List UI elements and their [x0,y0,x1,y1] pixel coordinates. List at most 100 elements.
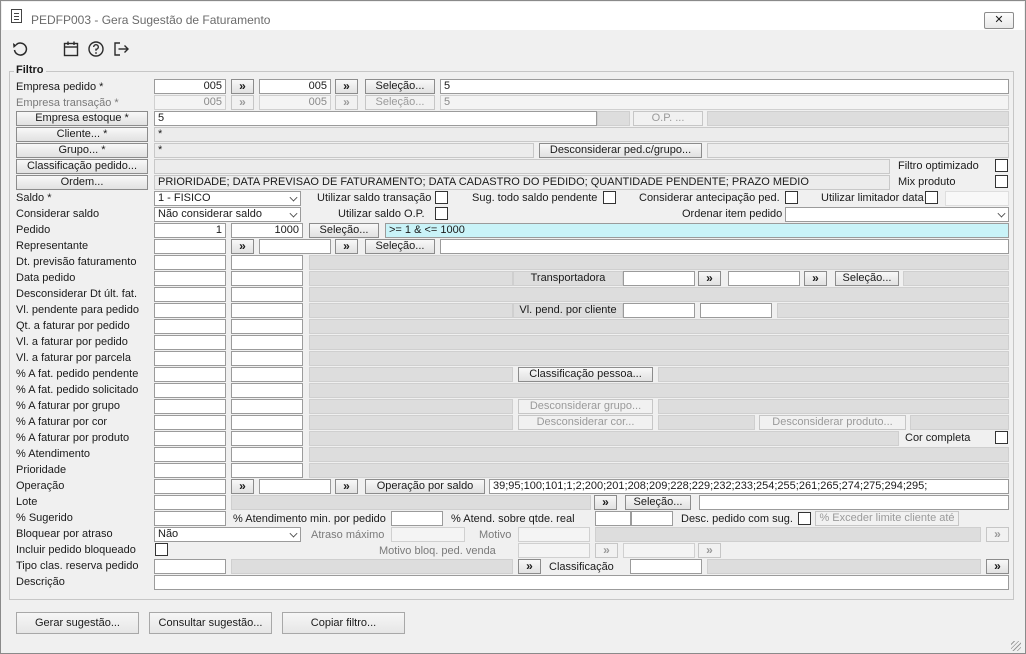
lote-selection[interactable] [699,495,1009,510]
pedido-from[interactable]: 1 [154,223,226,238]
utilizar-limitador-checkbox[interactable] [925,191,938,204]
pct-atendimento-from[interactable] [154,447,226,462]
refresh-icon[interactable] [11,40,29,58]
consultar-sugestao-button[interactable]: Consultar sugestão... [149,612,272,634]
considerar-saldo-select[interactable]: Não considerar saldo [154,207,301,222]
utilizar-saldo-op-checkbox[interactable] [435,207,448,220]
operacao-arrow-button-2[interactable]: » [335,479,358,494]
pedido-selecao-button[interactable]: Seleção... [309,223,379,238]
vl-pendente-from[interactable] [154,303,226,318]
lote-from[interactable] [154,495,226,510]
classificacao-field[interactable] [630,559,702,574]
representante-to[interactable] [259,239,331,254]
pct-sugerido-field[interactable] [154,511,226,526]
utilizar-saldo-transacao-checkbox[interactable] [435,191,448,204]
classificacao-pessoa-field[interactable] [658,367,1009,382]
ordem-button[interactable]: Ordem... [16,175,148,190]
qt-faturar-pedido-to[interactable] [231,319,303,334]
pedido-to[interactable]: 1000 [231,223,303,238]
incluir-bloqueado-checkbox[interactable] [155,543,168,556]
pct-faturar-cor-to[interactable] [231,415,303,430]
pct-fat-solicitado-to[interactable] [231,383,303,398]
bloquear-atraso-select[interactable]: Não [154,527,301,542]
empresa-estoque-field[interactable]: 5 [154,111,597,126]
empresa-pedido-to[interactable]: 005 [259,79,331,94]
classificacao-pessoa-button[interactable]: Classificação pessoa... [518,367,653,382]
empresa-pedido-from[interactable]: 005 [154,79,226,94]
representante-arrow-button[interactable]: » [231,239,254,254]
copiar-filtro-button[interactable]: Copiar filtro... [282,612,405,634]
tipo-clas-reserva-arrow-button[interactable]: » [518,559,541,574]
lote-selecao-button[interactable]: Seleção... [625,495,691,510]
desconsiderar-dt-to[interactable] [231,287,303,302]
pct-atend-min-field[interactable] [391,511,443,526]
cliente-button[interactable]: Cliente... * [16,127,148,142]
gerar-sugestao-button[interactable]: Gerar sugestão... [16,612,139,634]
filtro-optimizado-checkbox[interactable] [995,159,1008,172]
transportadora-selection[interactable] [903,271,1009,286]
representante-arrow-button-2[interactable]: » [335,239,358,254]
vl-faturar-parcela-to[interactable] [231,351,303,366]
desconsiderar-ped-grupo-button[interactable]: Desconsiderar ped.c/grupo... [539,143,702,158]
pct-faturar-produto-from[interactable] [154,431,226,446]
prioridade-to[interactable] [231,463,303,478]
classificacao-pedido-button[interactable]: Classificação pedido... [16,159,148,174]
operacao-from[interactable] [154,479,226,494]
data-pedido-to[interactable] [231,271,303,286]
qt-faturar-pedido-from[interactable] [154,319,226,334]
dt-previsao-to[interactable] [231,255,303,270]
transportadora-to[interactable] [728,271,800,286]
empresa-estoque-button[interactable]: Empresa estoque * [16,111,148,126]
mix-produto-checkbox[interactable] [995,175,1008,188]
pct-faturar-grupo-from[interactable] [154,399,226,414]
pct-fat-pendente-to[interactable] [231,367,303,382]
transportadora-arrow-button[interactable]: » [698,271,721,286]
pct-faturar-produto-to[interactable] [231,431,303,446]
grupo-button[interactable]: Grupo... * [16,143,148,158]
vl-faturar-pedido-from[interactable] [154,335,226,350]
pct-atend-qtde-field[interactable] [595,511,631,526]
exit-icon[interactable] [112,40,130,58]
empresa-pedido-arrow-button-2[interactable]: » [335,79,358,94]
transportadora-from[interactable] [623,271,695,286]
cor-completa-checkbox[interactable] [995,431,1008,444]
empresa-pedido-selecao-button[interactable]: Seleção... [365,79,435,94]
close-button[interactable]: ✕ [984,12,1014,29]
desconsiderar-ped-grupo-field[interactable] [707,143,1009,158]
operacao-list[interactable]: 39;95;100;101;1;2;200;201;208;209;228;22… [489,479,1009,494]
pct-atend-qtde-field-2[interactable] [631,511,673,526]
dt-previsao-from[interactable] [154,255,226,270]
considerar-antecipacao-checkbox[interactable] [785,191,798,204]
vl-faturar-parcela-from[interactable] [154,351,226,366]
grupo-field[interactable]: * [154,143,534,158]
classificacao-pedido-field[interactable] [154,159,890,174]
data-pedido-from[interactable] [154,271,226,286]
vl-pend-cliente-from[interactable] [623,303,695,318]
sug-todo-saldo-checkbox[interactable] [603,191,616,204]
calendar-icon[interactable] [62,40,80,58]
pct-fat-solicitado-from[interactable] [154,383,226,398]
cliente-field[interactable]: * [154,127,1009,142]
representante-from[interactable] [154,239,226,254]
pct-faturar-cor-from[interactable] [154,415,226,430]
operacao-to[interactable] [259,479,331,494]
saldo-select[interactable]: 1 - FISICO [154,191,301,206]
empresa-pedido-arrow-button[interactable]: » [231,79,254,94]
prioridade-from[interactable] [154,463,226,478]
operacao-arrow-button[interactable]: » [231,479,254,494]
representante-selecao-button[interactable]: Seleção... [365,239,435,254]
help-icon[interactable] [87,40,105,58]
transportadora-arrow-button-2[interactable]: » [804,271,827,286]
transportadora-selecao-button[interactable]: Seleção... [835,271,899,286]
vl-pend-cliente-to[interactable] [700,303,772,318]
pct-fat-pendente-from[interactable] [154,367,226,382]
operacao-saldo-button[interactable]: Operação por saldo [365,479,485,494]
lote-arrow-button[interactable]: » [594,495,617,510]
vl-faturar-pedido-to[interactable] [231,335,303,350]
vl-pendente-to[interactable] [231,303,303,318]
classificacao-arrow-button[interactable]: » [986,559,1009,574]
resize-grip-icon[interactable] [1011,641,1021,651]
ordem-field[interactable]: PRIORIDADE; DATA PREVISAO DE FATURAMENTO… [154,175,890,190]
ordenar-item-select[interactable] [785,207,1009,222]
pct-atendimento-to[interactable] [231,447,303,462]
